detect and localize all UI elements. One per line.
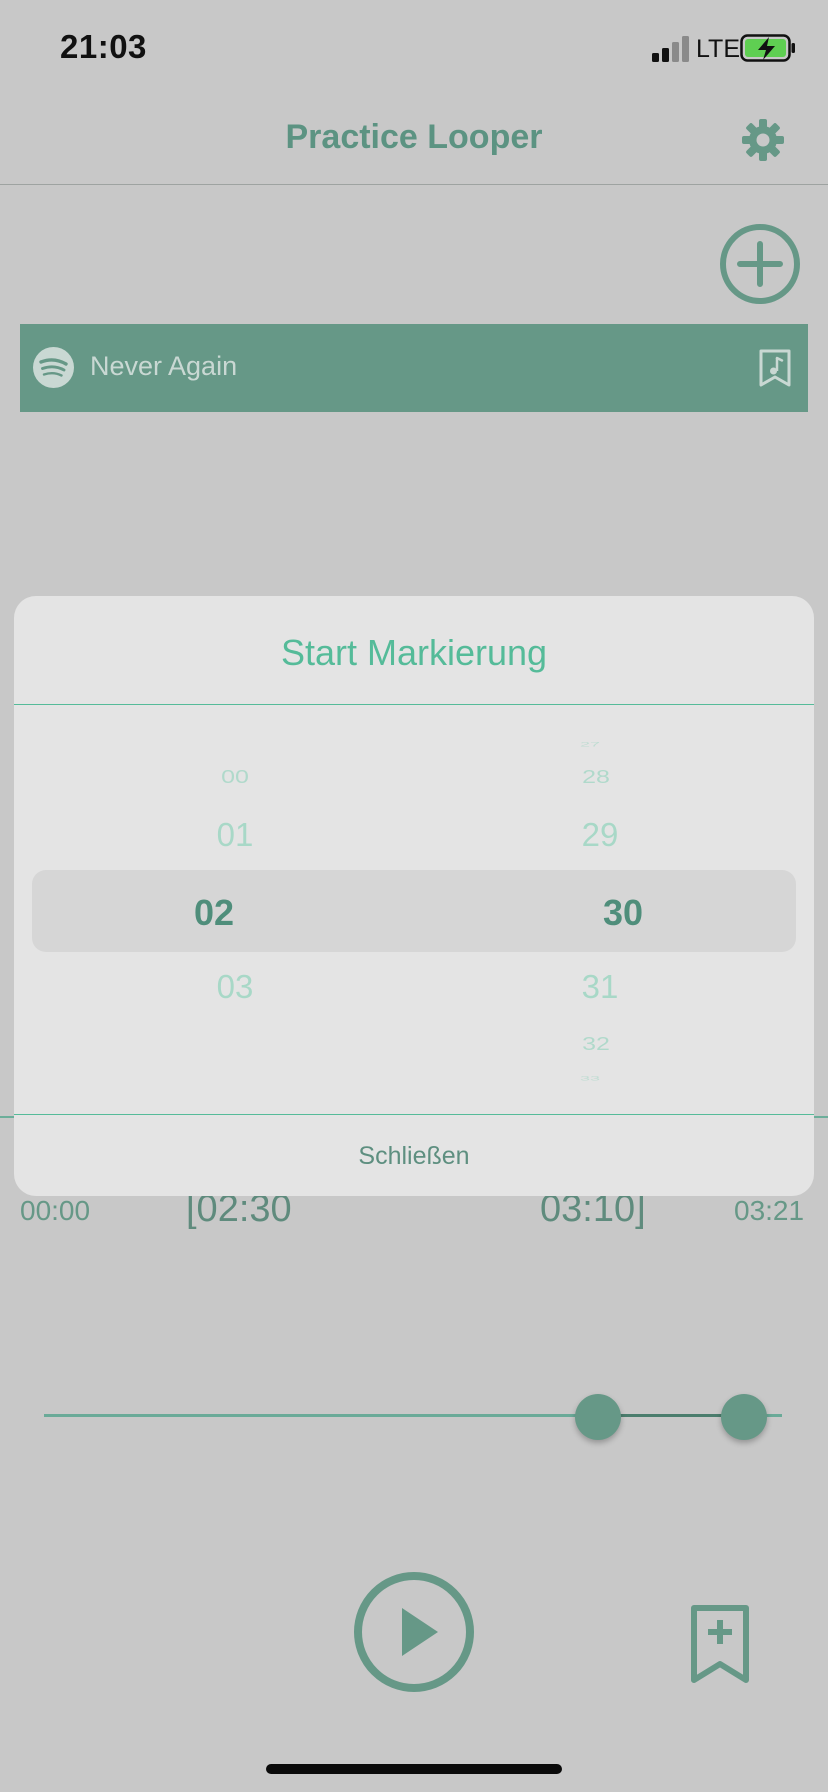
add-circle-icon[interactable] [718, 222, 802, 306]
music-bookmark-icon[interactable] [758, 348, 792, 388]
modal-divider-top [14, 704, 814, 705]
home-indicator [266, 1764, 562, 1774]
nav-divider [0, 184, 828, 185]
second-option[interactable]: 27 [530, 741, 650, 748]
add-bookmark-icon[interactable] [690, 1604, 750, 1684]
second-option[interactable]: 29 [540, 816, 660, 854]
network-type: LTE [696, 35, 740, 63]
close-button[interactable]: Schließen [0, 1142, 828, 1171]
second-selected[interactable]: 30 [563, 892, 683, 934]
page-title: Practice Looper [285, 118, 543, 156]
second-option[interactable]: 32 [536, 1034, 656, 1056]
time-end: 03:21 [734, 1195, 805, 1226]
minute-selected[interactable]: 02 [154, 892, 274, 934]
gear-icon[interactable] [741, 118, 785, 162]
track-name: Never Again [90, 351, 238, 381]
minute-option[interactable]: 00 [175, 767, 295, 789]
battery-charging-icon [740, 34, 795, 62]
cellular-signal-icon [652, 34, 690, 62]
status-time: 21:03 [60, 28, 147, 65]
minute-option[interactable]: 01 [175, 816, 295, 854]
second-option[interactable]: 31 [540, 968, 660, 1006]
loop-end-handle[interactable] [721, 1394, 767, 1440]
time-start: 00:00 [20, 1195, 91, 1226]
loop-start-handle[interactable] [575, 1394, 621, 1440]
modal-title: Start Markierung [280, 632, 548, 673]
spotify-icon [33, 347, 74, 388]
minute-option[interactable]: 03 [175, 968, 295, 1006]
modal-divider-bottom [14, 1114, 814, 1115]
play-icon[interactable] [352, 1570, 476, 1694]
second-option[interactable]: 33 [530, 1075, 650, 1082]
second-option[interactable]: 28 [536, 767, 656, 789]
